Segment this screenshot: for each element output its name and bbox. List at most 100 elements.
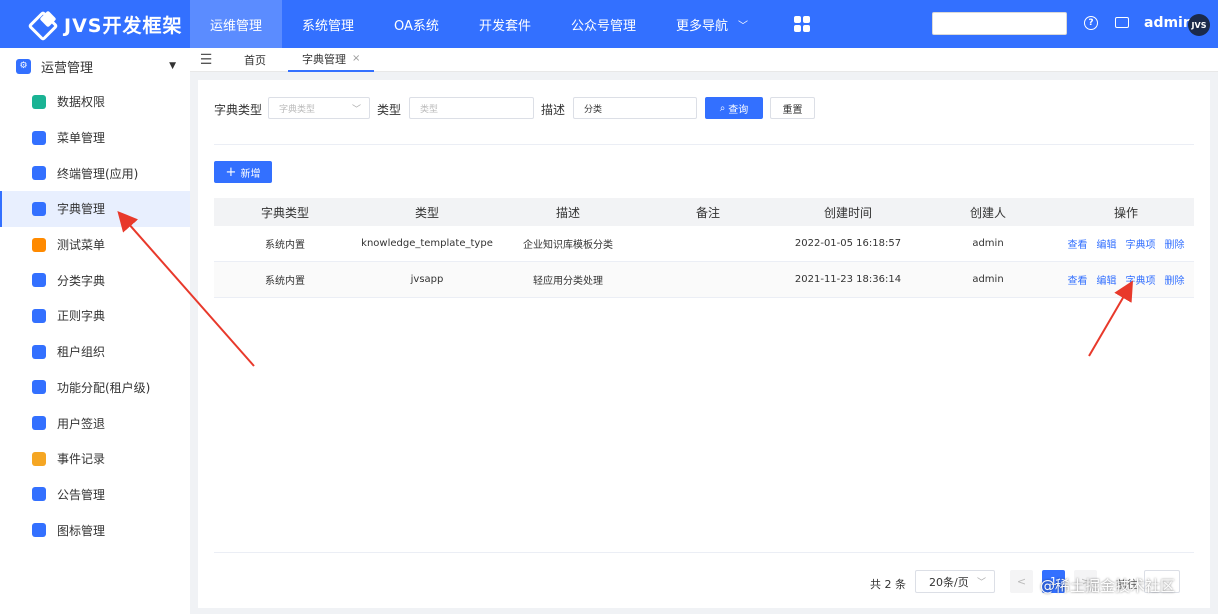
delete-link[interactable]: 删除	[1165, 236, 1185, 251]
desc-input[interactable]: 分类	[573, 97, 697, 119]
sidebar-item-label: 事件记录	[57, 452, 106, 467]
nav-label: 公众号管理	[570, 18, 636, 34]
notice-icon	[32, 487, 46, 502]
sidebar-group-operations[interactable]: ⚙ 运营管理 ▼	[0, 48, 190, 84]
nav-item-more[interactable]: 更多导航 ﹀	[656, 0, 768, 48]
function-icon	[32, 380, 46, 395]
regex-icon	[32, 308, 46, 323]
help-icon[interactable]: ?	[1084, 16, 1098, 30]
nav-label: OA系统	[394, 18, 439, 34]
column-header: 类型	[414, 205, 439, 220]
sidebar-item[interactable]: 正则字典	[0, 298, 190, 334]
dict-type-label: 字典类型	[214, 103, 263, 117]
message-icon[interactable]	[1115, 17, 1129, 28]
select-value: 20条/页	[929, 575, 969, 589]
nav-item-dev-kit[interactable]: 开发套件	[459, 0, 551, 48]
app-grid-icon[interactable]	[778, 0, 826, 48]
page-size-select[interactable]: 20条/页 ﹀	[915, 570, 995, 593]
nav-item-official-account[interactable]: 公众号管理	[551, 0, 656, 48]
sidebar-item[interactable]: 分类字典	[0, 262, 190, 298]
view-link[interactable]: 查看	[1068, 236, 1088, 251]
row-actions: 查看 编辑 字典项 删除	[1058, 236, 1194, 251]
dict-items-link[interactable]: 字典项	[1126, 236, 1156, 251]
sidebar-item-label: 字典管理	[57, 202, 106, 217]
sidebar-item-label: 终端管理(应用)	[57, 166, 139, 181]
edit-link[interactable]: 编辑	[1097, 272, 1117, 287]
type-label: 类型	[377, 103, 402, 117]
caret-down-icon: ▼	[169, 61, 176, 71]
search-icon: ⌕	[719, 102, 726, 114]
sidebar-item[interactable]: 字典管理	[0, 191, 190, 227]
cell-creator: admin	[972, 274, 1004, 285]
sidebar-item[interactable]: 租户组织	[0, 334, 190, 370]
nav-label: 开发套件	[478, 18, 531, 34]
dict-type-select[interactable]: 字典类型 ﹀	[268, 97, 370, 119]
watermark: @稀土掘金技术社区	[1040, 577, 1176, 595]
sidebar-item-label: 测试菜单	[57, 238, 106, 253]
sidebar-item[interactable]: 终端管理(应用)	[0, 155, 190, 191]
logout-icon	[32, 416, 46, 431]
divider	[214, 144, 1194, 145]
top-search-input[interactable]	[932, 12, 1067, 35]
top-nav: 运维管理 系统管理 OA系统 开发套件 公众号管理 更多导航 ﹀	[190, 0, 768, 48]
edit-link[interactable]: 编辑	[1097, 236, 1117, 251]
sidebar-item[interactable]: 测试菜单	[0, 227, 190, 263]
table-row: 系统内置 jvsapp 轻应用分类处理 2021-11-23 18:36:14 …	[214, 262, 1194, 298]
tenant-icon	[32, 344, 46, 359]
search-button[interactable]: ⌕ 查询	[705, 97, 763, 119]
tab-label: 首页	[244, 53, 266, 67]
menu-toggle-icon[interactable]: ☰	[190, 48, 222, 72]
close-icon[interactable]: ×	[352, 53, 360, 64]
chevron-down-icon: ﹀	[976, 578, 986, 588]
nav-item-oa[interactable]: OA系统	[374, 0, 459, 48]
nav-label: 更多导航	[675, 18, 728, 34]
button-label: 新增	[240, 168, 261, 180]
sidebar-item[interactable]: 用户签退	[0, 405, 190, 441]
chart-icon	[32, 273, 46, 288]
sidebar-item[interactable]: 图标管理	[0, 512, 190, 548]
sidebar-item[interactable]: 公告管理	[0, 477, 190, 513]
prev-page-button[interactable]: <	[1010, 570, 1033, 593]
dictionary-table: 字典类型 类型 描述 备注 创建时间 创建人 操作 系统内置 knowledge…	[214, 198, 1194, 298]
tab-dictionary[interactable]: 字典管理 ×	[288, 48, 375, 72]
sidebar-item-label: 功能分配(租户级)	[57, 380, 151, 395]
nav-item-ops[interactable]: 运维管理	[190, 0, 283, 48]
view-link[interactable]: 查看	[1068, 272, 1088, 287]
sidebar-item[interactable]: 数据权限	[0, 84, 190, 120]
sidebar-item[interactable]: 功能分配(租户级)	[0, 370, 190, 406]
pagination-total: 共 2 条	[870, 578, 906, 591]
cell-desc: 轻应用分类处理	[533, 276, 603, 287]
terminal-icon	[32, 166, 46, 181]
type-input[interactable]: 类型	[409, 97, 534, 119]
nav-label: 系统管理	[302, 18, 355, 34]
column-header: 操作	[1113, 205, 1138, 220]
user-name[interactable]: admin	[1144, 15, 1193, 31]
table-header: 字典类型 类型 描述 备注 创建时间 创建人 操作	[214, 198, 1194, 226]
gear-icon: ⚙	[16, 58, 31, 74]
tab-home[interactable]: 首页	[230, 48, 280, 72]
sidebar-item[interactable]: 菜单管理	[0, 120, 190, 156]
add-button[interactable]: + 新增	[214, 161, 272, 183]
column-header: 备注	[695, 205, 720, 220]
dict-items-link[interactable]: 字典项	[1126, 272, 1156, 287]
cell-dict-type: 系统内置	[265, 276, 305, 287]
logo-icon	[30, 11, 60, 37]
avatar[interactable]: JVS	[1188, 14, 1210, 36]
top-navbar: JVS开发框架 运维管理 系统管理 OA系统 开发套件 公众号管理 更多导航 ﹀ …	[0, 0, 1218, 48]
button-label: 查询	[728, 104, 749, 116]
reset-button[interactable]: 重置	[770, 97, 815, 119]
cell-created-at: 2022-01-05 16:18:57	[794, 238, 902, 249]
delete-link[interactable]: 删除	[1165, 272, 1185, 287]
select-placeholder: 字典类型	[279, 104, 316, 115]
sidebar-item[interactable]: 事件记录	[0, 441, 190, 477]
tab-label: 字典管理	[302, 52, 346, 66]
app-logo[interactable]: JVS开发框架	[0, 0, 190, 48]
nav-item-system[interactable]: 系统管理	[282, 0, 374, 48]
column-header: 创建时间	[823, 205, 872, 220]
tabs-bar: ☰ 首页 字典管理 ×	[190, 48, 1218, 72]
cell-type: knowledge_template_type	[361, 238, 493, 249]
sidebar-item-label: 公告管理	[57, 487, 106, 502]
sidebar-item-label: 用户签退	[57, 416, 106, 431]
column-header: 描述	[555, 205, 580, 220]
input-placeholder: 类型	[420, 104, 439, 115]
